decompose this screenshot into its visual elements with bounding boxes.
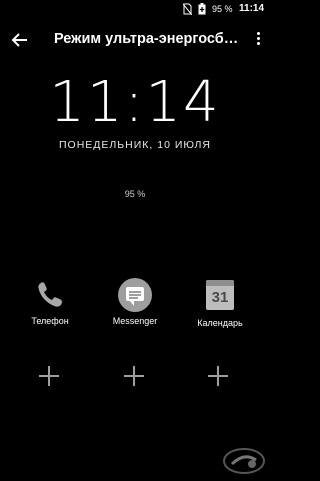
more-vert-icon[interactable] bbox=[254, 30, 262, 50]
lock-date: ПОНЕДЕЛЬНИК, 10 ИЮЛЯ bbox=[58, 139, 212, 151]
calendar-day: 31 bbox=[211, 289, 229, 306]
add-app-icon[interactable] bbox=[124, 366, 144, 386]
status-bar: 95 % 11:14 bbox=[0, 0, 270, 18]
app-bar: Режим ультра-энергосб… bbox=[0, 22, 270, 58]
app-phone[interactable]: Телефон bbox=[5, 278, 95, 326]
add-app-icon[interactable] bbox=[39, 366, 59, 386]
arrow-back-icon[interactable] bbox=[10, 30, 30, 50]
app-label: Телефон bbox=[31, 316, 69, 326]
page-title: Режим ультра-энергосб… bbox=[54, 31, 239, 47]
phone-icon bbox=[33, 278, 67, 312]
calendar-icon: 31 bbox=[203, 280, 237, 314]
no-sim-icon bbox=[182, 0, 193, 18]
app-label: Календарь bbox=[197, 318, 243, 328]
battery-level: 95 % bbox=[124, 189, 146, 199]
watermark-logo bbox=[222, 446, 266, 476]
add-app-icon[interactable] bbox=[208, 366, 228, 386]
battery-icon bbox=[198, 0, 208, 18]
app-messenger[interactable]: Messenger bbox=[90, 278, 180, 326]
app-label: Messenger bbox=[112, 316, 158, 326]
status-time: 11:14 bbox=[239, 3, 265, 14]
lock-clock: 11:14 bbox=[49, 70, 221, 135]
battery-percent: 95 % bbox=[212, 4, 233, 14]
app-calendar[interactable]: 31 Календарь bbox=[175, 278, 265, 328]
messenger-icon bbox=[118, 278, 152, 312]
